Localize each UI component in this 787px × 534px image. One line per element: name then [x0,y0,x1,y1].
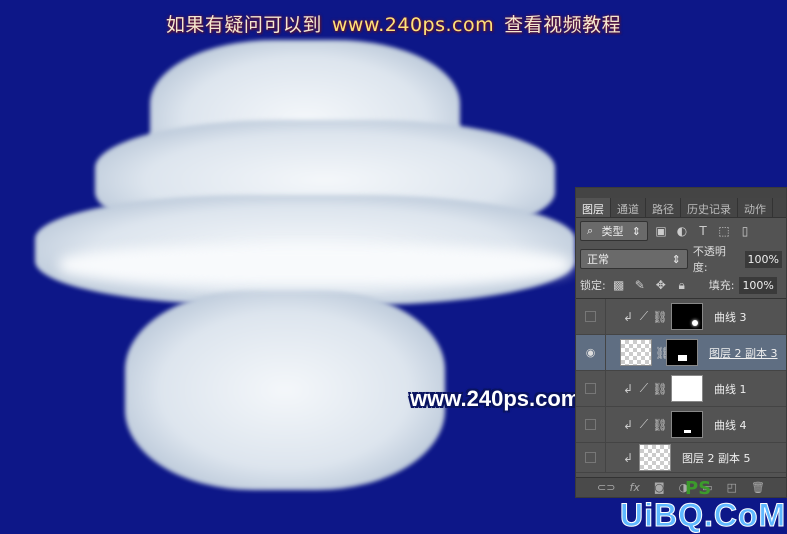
banner-text: 如果有疑问可以到 [165,14,322,36]
layer-name: 曲线 3 [714,310,747,324]
type-filter-icon[interactable]: T [695,224,711,238]
chain-link-icon[interactable]: ⛓︎ [652,382,668,396]
filter-type-select[interactable]: ⌕ 类型 ⇕ [580,221,648,241]
layer-mask-thumbnail[interactable] [671,375,703,402]
tab-paths[interactable]: 路径 [646,198,681,217]
tab-actions[interactable]: 动作 [738,198,773,217]
layers-panel: 图层 通道 路径 历史记录 动作 ⌕ 类型 ⇕ ▣ ◐ T ⬚ ▯ 正常 ⇕ 不透明度… [575,187,787,498]
curves-icon: ⟋ [639,381,649,395]
layer-mask-thumbnail[interactable] [671,303,703,330]
clip-arrow-icon: ↲ [622,309,634,324]
image-filter-icon[interactable]: ▣ [653,224,669,238]
site-logo: UiBQ.CoM [619,497,787,534]
chain-link-icon[interactable]: ⛓︎ [655,346,670,360]
visibility-toggle[interactable] [585,452,596,463]
new-layer-icon[interactable]: ◰ [727,481,737,494]
fill-label: 填充: [708,279,735,292]
layer-thumbnail[interactable] [639,444,671,471]
opacity-label: 不透明度: [692,245,726,274]
layer-mask-thumbnail[interactable] [671,411,703,438]
smart-object-filter-icon[interactable]: ▯ [737,224,753,238]
layer-row[interactable]: ↲ ⟋ ⛓︎ 曲线 4 [576,407,786,443]
chain-link-icon[interactable]: ⛓︎ [652,310,668,324]
curves-icon: ⟋ [639,309,649,323]
tab-layers[interactable]: 图层 [576,198,611,217]
fill-input[interactable]: 100% [739,276,777,294]
layer-row[interactable]: ↲ 图层 2 副本 5 [576,443,786,473]
clip-arrow-icon: ↲ [622,381,634,396]
trash-icon[interactable]: 🗑︎ [751,481,765,494]
banner-url: www.240ps.com [331,14,495,36]
tab-channels[interactable]: 通道 [611,198,646,217]
lock-label: 锁定: [580,279,606,292]
layer-row[interactable]: ↲ ⟋ ⛓︎ 曲线 1 [576,371,786,407]
lock-transparency-icon[interactable]: ▩ [611,278,627,292]
lock-brush-icon[interactable]: ✎ [632,278,648,292]
layer-name: 图层 2 副本 5 [682,451,751,465]
banner-text-2: 查看视频教程 [504,14,622,36]
stepper-icon: ⇕ [671,252,681,266]
clip-arrow-icon: ↲ [622,450,634,465]
panel-tabs: 图层 通道 路径 历史记录 动作 [576,198,786,218]
blend-mode-value: 正常 [587,253,609,266]
blend-mode-select[interactable]: 正常 ⇕ [580,249,688,269]
layer-row-selected[interactable]: ◉ ⛓︎ 图层 2 副本 3 [576,335,786,371]
eye-icon[interactable]: ◉ [586,346,596,359]
link-icon[interactable]: ⊂⊃ [597,481,615,494]
site-logo-sub: PS [685,478,712,499]
tutorial-banner: 如果有疑问可以到 www.240ps.com 查看视频教程 [0,10,787,37]
clip-arrow-icon: ↲ [622,417,634,432]
visibility-toggle[interactable] [585,419,596,430]
visibility-toggle[interactable] [585,383,596,394]
stepper-icon: ⇕ [631,224,641,238]
layer-name: 曲线 1 [714,382,747,396]
tab-history[interactable]: 历史记录 [681,198,738,217]
fx-icon[interactable]: fx [629,481,639,494]
lock-move-icon[interactable]: ✥ [653,278,669,292]
watermark: www.240ps.com [410,386,581,411]
mask-icon[interactable]: ◙ [654,481,665,494]
layer-name: 图层 2 副本 3 [709,346,778,360]
chain-link-icon[interactable]: ⛓︎ [652,418,668,432]
filter-label: 类型 [601,225,624,238]
adjustment-filter-icon[interactable]: ◐ [674,224,690,238]
panel-titlebar[interactable] [576,188,786,198]
shape-filter-icon[interactable]: ⬚ [716,224,732,238]
layer-row[interactable]: ↲ ⟋ ⛓︎ 曲线 3 [576,299,786,335]
search-icon: ⌕ [587,224,594,237]
lock-all-icon[interactable]: 🔒︎ [674,278,690,293]
layers-list: ↲ ⟋ ⛓︎ 曲线 3 ◉ ⛓︎ 图层 2 副本 3 ↲ ⟋ ⛓︎ 曲线 1 ↲… [576,298,786,473]
visibility-toggle[interactable] [585,311,596,322]
layer-mask-thumbnail[interactable] [666,339,698,366]
opacity-input[interactable]: 100% [744,250,782,268]
curves-icon: ⟋ [639,417,649,431]
layer-thumbnail[interactable] [620,339,652,366]
panel-footer: ⊂⊃ fx ◙ ◑ ▭ ◰ 🗑︎ [576,477,786,497]
layer-name: 曲线 4 [714,418,747,432]
